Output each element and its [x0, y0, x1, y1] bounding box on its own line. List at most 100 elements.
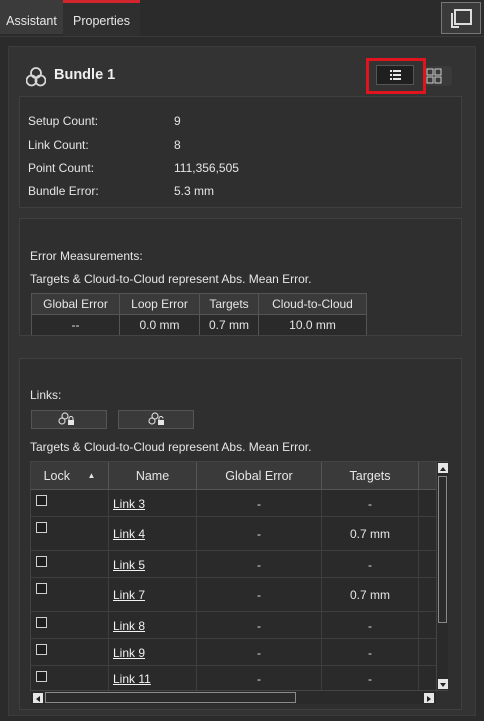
lock-checkbox[interactable] — [36, 556, 47, 567]
lock-checkbox[interactable] — [36, 522, 47, 533]
unlock-link-icon — [148, 412, 164, 425]
grid-view-icon — [426, 68, 442, 84]
col-header-targets[interactable]: Targets — [322, 462, 419, 490]
scroll-right-arrow[interactable] — [424, 693, 434, 703]
setup-count-label: Setup Count: — [28, 114, 99, 128]
tab-properties[interactable]: Properties — [63, 0, 140, 36]
lock-checkbox[interactable] — [36, 495, 47, 506]
links-note: Targets & Cloud-to-Cloud represent Abs. … — [30, 440, 312, 454]
lock-checkbox[interactable] — [36, 671, 47, 682]
lock-cell — [31, 578, 109, 611]
error-header-loop[interactable]: Loop Error — [119, 293, 200, 315]
lock-checkbox[interactable] — [36, 617, 47, 628]
lock-checkbox[interactable] — [36, 583, 47, 594]
scroll-up-arrow[interactable] — [438, 463, 448, 473]
error-measurements-note: Targets & Cloud-to-Cloud represent Abs. … — [30, 272, 312, 286]
tab-bar: Assistant Properties — [0, 0, 484, 36]
global-error-cell: - — [197, 639, 322, 665]
sort-ascending-icon: ▲ — [87, 471, 96, 480]
global-error-cell: - — [197, 578, 322, 611]
link-name[interactable]: Link 9 — [113, 646, 145, 660]
targets-value: - — [368, 558, 372, 572]
col-header-global-error[interactable]: Global Error — [197, 462, 322, 490]
bundle-title: Bundle 1 — [54, 67, 116, 83]
global-error-cell: - — [197, 612, 322, 638]
tab-divider — [0, 36, 484, 37]
link-name[interactable]: Link 5 — [113, 558, 145, 572]
error-table-header-row: Global Error Loop Error Targets Cloud-to… — [31, 293, 367, 315]
link-name[interactable]: Link 3 — [113, 497, 145, 511]
link-row[interactable]: Link 8 - - — [31, 612, 447, 639]
name-cell: Link 4 — [109, 517, 197, 550]
link-row[interactable]: Link 9 - - — [31, 639, 447, 666]
setup-count-value: 9 — [174, 114, 181, 128]
name-cell: Link 7 — [109, 578, 197, 611]
horizontal-scroll-thumb[interactable] — [45, 692, 296, 703]
global-error-value: - — [257, 646, 261, 660]
vertical-scroll-thumb[interactable] — [438, 476, 447, 623]
targets-cell: - — [322, 666, 419, 690]
col-header-name[interactable]: Name — [109, 462, 197, 490]
global-error-value: - — [257, 588, 261, 602]
restore-window-button[interactable] — [441, 2, 481, 34]
lock-cell — [31, 517, 109, 550]
targets-value: - — [368, 672, 372, 686]
global-error-cell: - — [197, 551, 322, 577]
global-error-cell: - — [197, 490, 322, 516]
link-row[interactable]: Link 3 - - — [31, 490, 447, 517]
link-count-label: Link Count: — [28, 138, 89, 152]
lock-cell — [31, 551, 109, 577]
global-error-value: - — [257, 672, 261, 686]
link-row[interactable]: Link 5 - - — [31, 551, 447, 578]
error-measurements-table: Global Error Loop Error Targets Cloud-to… — [31, 293, 367, 336]
grid-view-button[interactable] — [426, 66, 452, 86]
links-heading: Links: — [30, 388, 62, 402]
lock-links-button[interactable] — [31, 410, 107, 429]
name-cell: Link 8 — [109, 612, 197, 638]
lock-checkbox[interactable] — [36, 644, 47, 655]
error-header-cloud[interactable]: Cloud-to-Cloud — [258, 293, 367, 315]
error-header-targets[interactable]: Targets — [199, 293, 259, 315]
list-view-button[interactable] — [376, 65, 414, 85]
targets-cell: 0.7 mm — [322, 578, 419, 611]
name-cell: Link 5 — [109, 551, 197, 577]
targets-cell: - — [322, 612, 419, 638]
scroll-down-arrow[interactable] — [438, 679, 448, 689]
global-error-value: - — [257, 527, 261, 541]
link-row[interactable]: Link 4 - 0.7 mm — [31, 517, 447, 551]
link-name[interactable]: Link 4 — [113, 527, 145, 541]
targets-cell: - — [322, 639, 419, 665]
lock-cell — [31, 666, 109, 690]
link-name[interactable]: Link 7 — [113, 588, 145, 602]
link-name[interactable]: Link 11 — [113, 672, 151, 686]
scroll-left-arrow[interactable] — [33, 693, 43, 703]
unlock-links-button[interactable] — [118, 410, 194, 429]
targets-value: - — [368, 619, 372, 633]
targets-error-value: 0.7 mm — [199, 314, 259, 336]
link-row[interactable]: Link 7 - 0.7 mm — [31, 578, 447, 612]
link-row[interactable]: Link 11 - - — [31, 666, 447, 690]
targets-value: 0.7 mm — [349, 588, 390, 602]
global-error-cell: - — [197, 517, 322, 550]
bundle-icon — [26, 67, 46, 87]
targets-cell: - — [322, 551, 419, 577]
loop-error-value: 0.0 mm — [119, 314, 200, 336]
lock-cell — [31, 639, 109, 665]
name-cell: Link 9 — [109, 639, 197, 665]
error-header-global[interactable]: Global Error — [31, 293, 120, 315]
point-count-value: 111,356,505 — [174, 161, 239, 175]
tab-assistant[interactable]: Assistant — [0, 0, 63, 34]
targets-cell: 0.7 mm — [322, 517, 419, 550]
col-header-lock[interactable]: Lock ▲ — [31, 462, 109, 490]
bundle-error-label: Bundle Error: — [28, 184, 99, 198]
cloud-error-value: 10.0 mm — [258, 314, 367, 336]
global-error-cell: - — [197, 666, 322, 690]
links-table: Lock ▲ Name Global Error Targets Link 3 -… — [30, 461, 448, 691]
lock-cell — [31, 490, 109, 516]
error-table-row: -- 0.0 mm 0.7 mm 10.0 mm — [31, 314, 367, 336]
link-name[interactable]: Link 8 — [113, 619, 145, 633]
targets-value: 0.7 mm — [349, 527, 390, 541]
error-measurements-heading: Error Measurements: — [30, 249, 143, 263]
point-count-label: Point Count: — [28, 161, 95, 175]
lock-link-icon — [58, 412, 74, 425]
